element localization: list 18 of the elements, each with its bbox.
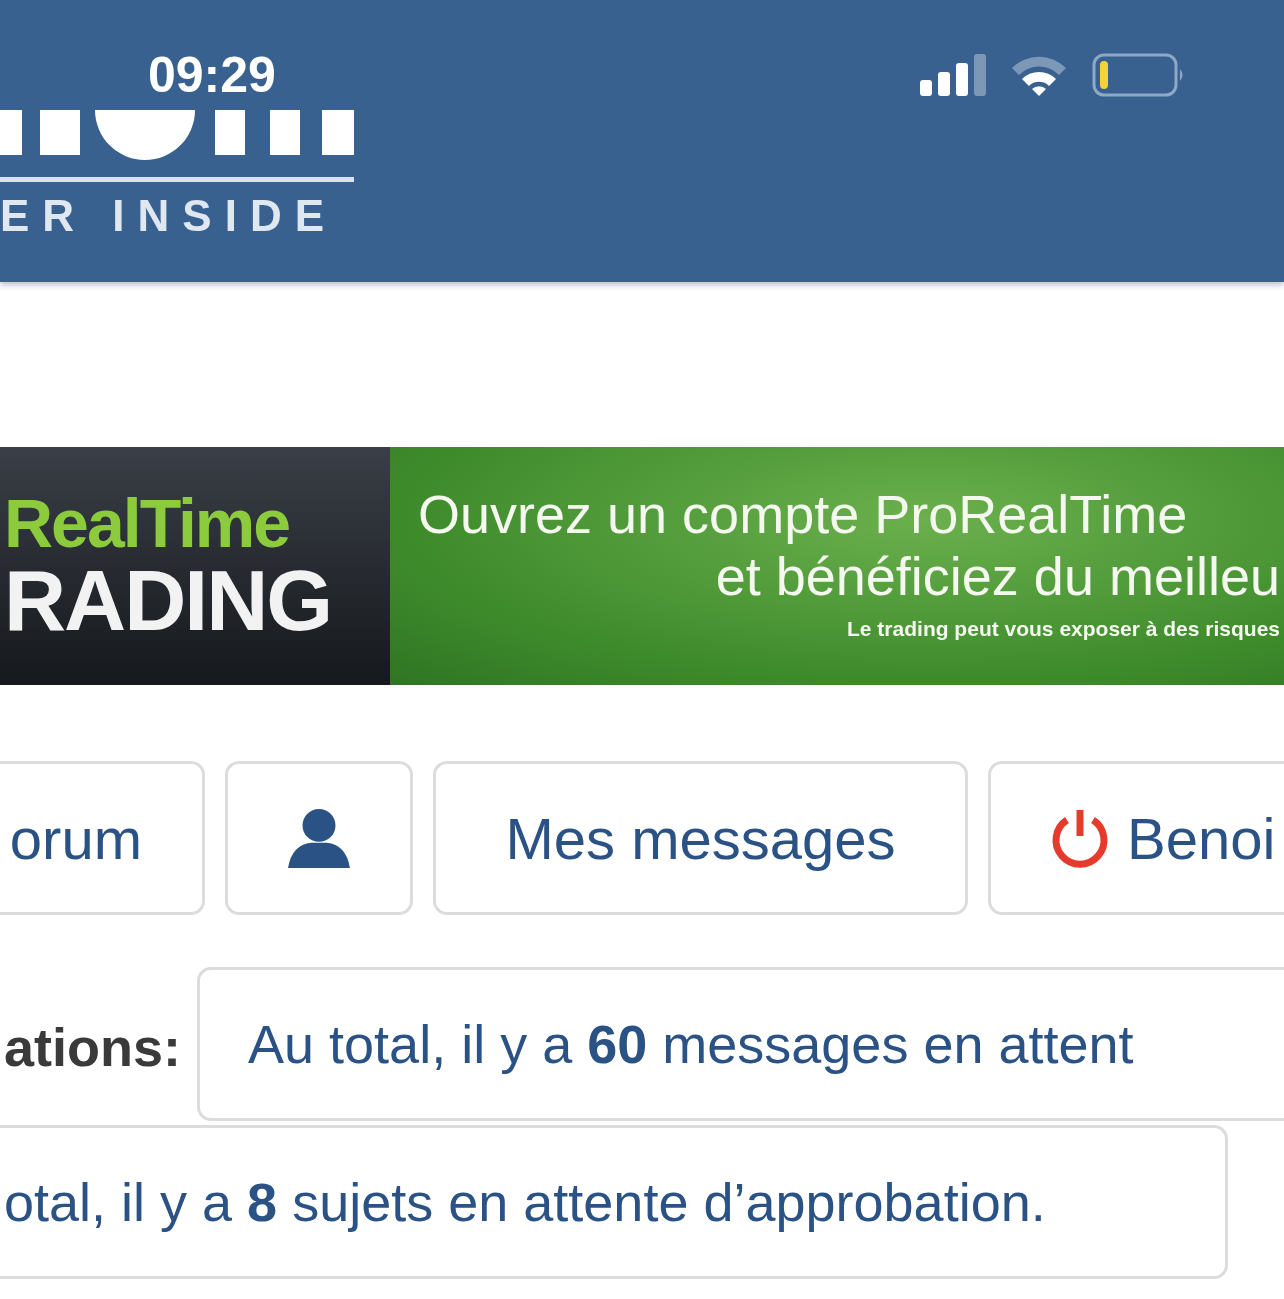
wifi-icon [1010,54,1068,96]
status-time: 09:29 [148,50,276,100]
profile-button[interactable] [225,761,413,915]
banner-disclaimer: Le trading peut vous exposer à des risques [847,616,1280,643]
forum-button[interactable]: orum [0,761,205,915]
banner-subline: et bénéficiez du meilleu [715,545,1280,609]
messages-button[interactable]: Mes messages [433,761,968,915]
notifications-label: ations: [3,1016,181,1079]
banner-brand: RealTime [4,489,291,557]
logo-tagline: ER INSIDE [0,194,339,238]
signal-icon [920,54,986,96]
notification-message: Au total, il y a 60 messages en attent [248,1012,1134,1076]
notification-message: otal, il y a 8 sujets en attente d’approbation. [4,1170,1046,1234]
user-icon [288,808,350,868]
logout-button[interactable]: Benoi [988,761,1284,915]
banner-brand: RADING [4,557,333,643]
banner-headline: Ouvrez un compte ProRealTime [418,485,1188,545]
power-icon [1051,808,1109,868]
